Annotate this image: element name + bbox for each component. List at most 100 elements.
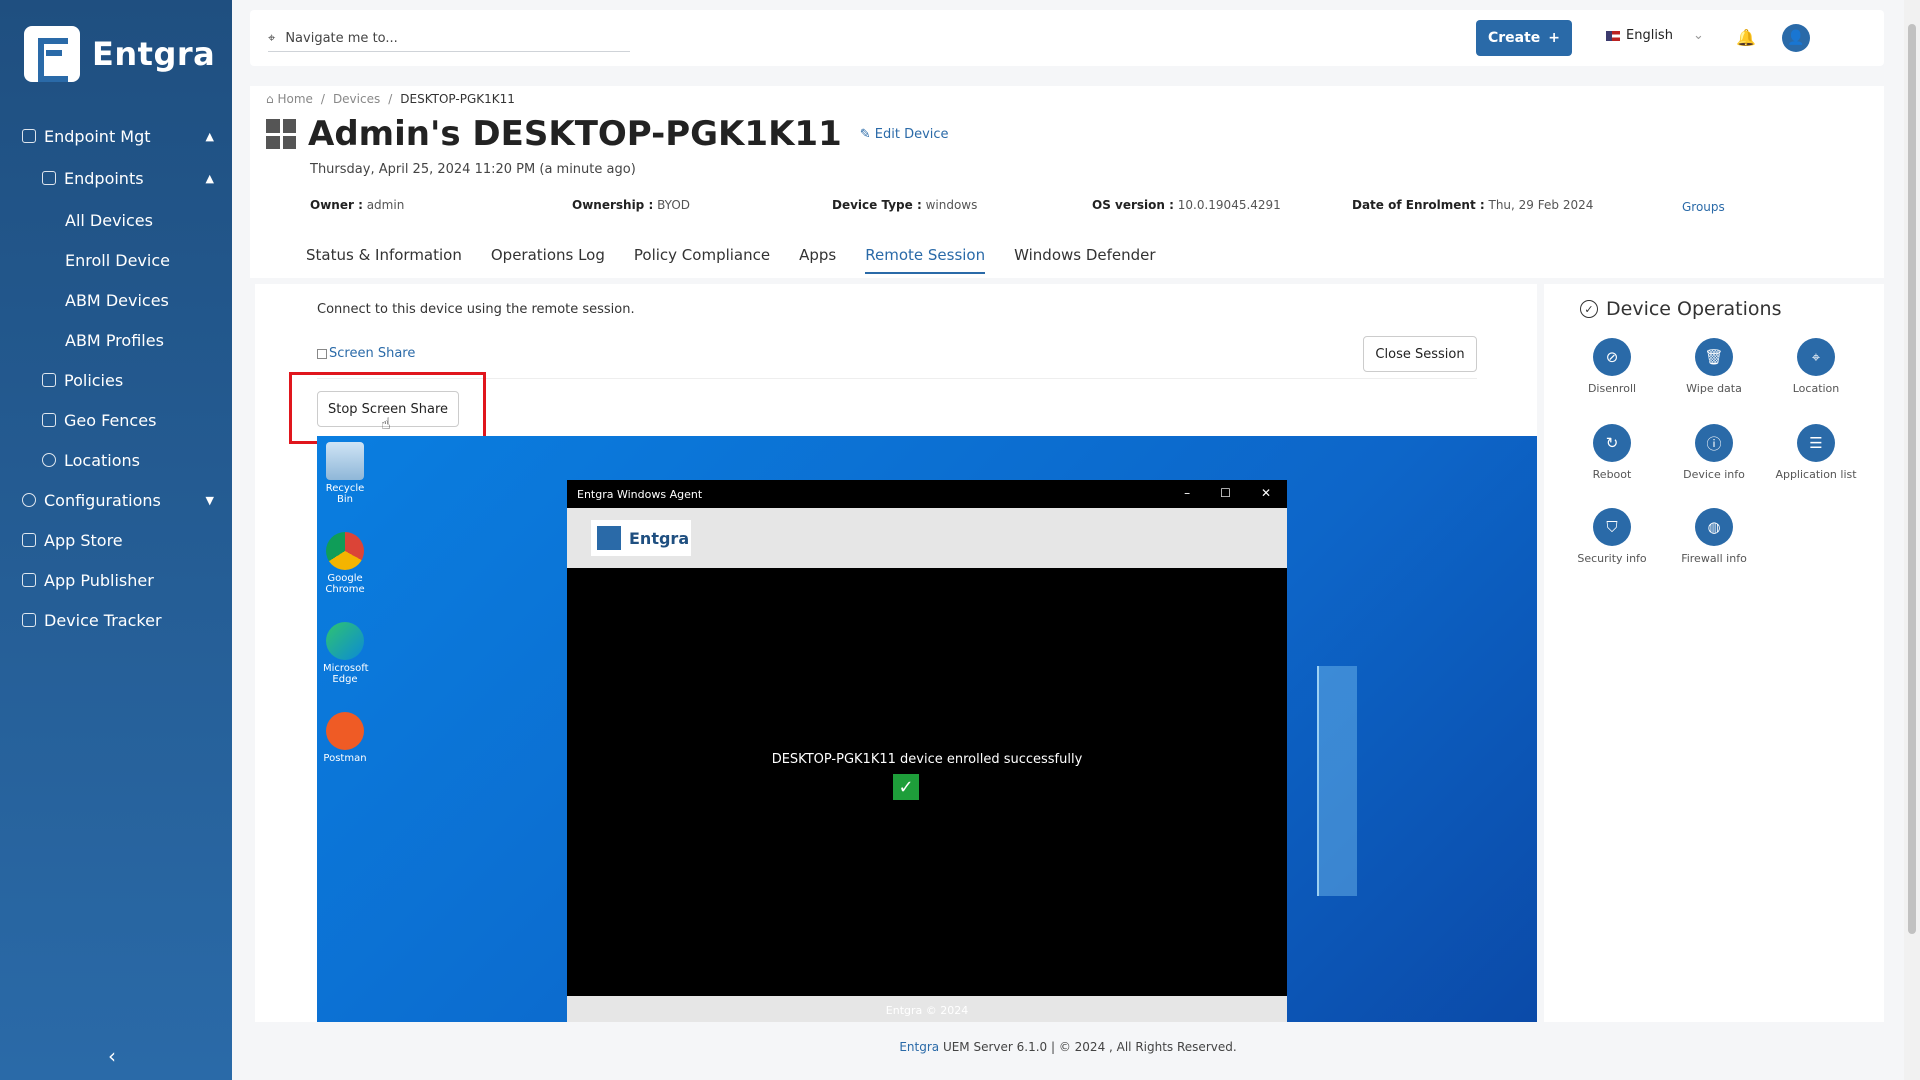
close-session-button[interactable]: Close Session [1363,336,1477,372]
maximize-icon[interactable]: ☐ [1220,486,1231,500]
tab-status-information[interactable]: Status & Information [306,246,462,274]
sidebar-item-endpoint-mgt[interactable]: Endpoint Mgt ▲ [0,116,232,156]
sidebar-item-configurations[interactable]: Configurations ▼ [0,480,232,520]
sidebar-item-endpoints[interactable]: Endpoints ▲ [0,158,232,198]
breadcrumb-separator: / [320,92,325,106]
rocket-icon [22,613,36,627]
desktop-icon-google-chrome[interactable]: Google Chrome [323,532,367,595]
reboot-icon: ↻ [1593,424,1631,462]
breadcrumb-home-label: Home [277,92,313,106]
breadcrumb-current: DESKTOP-PGK1K11 [400,92,515,106]
top-bar: ⌖ Navigate me to... Create + English ⌄ 🔔… [250,10,1884,66]
sidebar-item-device-tracker[interactable]: Device Tracker [0,600,232,640]
breadcrumb: ⌂ Home / Devices / DESKTOP-PGK1K11 [266,92,515,106]
info-icon: ⓘ [1695,424,1733,462]
remote-session-panel: Connect to this device using the remote … [255,284,1537,1022]
language-select[interactable]: English ⌄ [1606,28,1704,43]
sidebar-item-policies[interactable]: Policies [0,360,232,400]
minimize-icon[interactable]: – [1184,486,1190,500]
device-tabs: Status & Information Operations Log Poli… [306,246,1156,274]
operation-label: Location [1792,382,1840,395]
page-scrollbar[interactable] [1904,0,1920,1080]
navigate-search[interactable]: ⌖ Navigate me to... [268,26,630,52]
gear-icon [22,493,36,507]
checkbox-icon [317,348,327,359]
os-version-field: OS version : 10.0.19045.4291 [1092,198,1281,212]
brand-name: Entgra [92,35,216,73]
footer-brand-link[interactable]: Entgra [899,1040,939,1054]
agent-brand-bar: Entgra [567,508,1287,568]
sidebar-item-label: ABM Profiles [65,330,164,350]
sidebar-item-label: Configurations [44,490,161,510]
sidebar-item-label: App Store [44,530,123,550]
navigate-placeholder: Navigate me to... [285,31,398,46]
tab-remote-session[interactable]: Remote Session [865,246,986,274]
sidebar-item-label: Device Tracker [44,610,162,630]
sidebar-item-label: Geo Fences [64,410,157,430]
user-avatar[interactable]: 👤 [1782,24,1810,52]
sidebar-item-geo-fences[interactable]: Geo Fences [0,400,232,440]
device-type-field: Device Type : windows [832,198,977,212]
agent-brand-name: Entgra [629,528,690,548]
enrolment-date-field: Date of Enrolment : Thu, 29 Feb 2024 [1352,198,1593,212]
sidebar-item-abm-devices[interactable]: ABM Devices [0,280,232,320]
brand-logo[interactable]: Entgra [24,26,215,82]
edit-device-link[interactable]: ✎ Edit Device [860,127,949,142]
desktop-icon-label: Postman [323,753,367,764]
operation-disenroll[interactable]: ⊘ Disenroll [1562,338,1662,395]
tab-apps[interactable]: Apps [799,246,836,274]
breadcrumb-devices[interactable]: Devices [333,92,380,106]
edge-icon [326,622,364,660]
sidebar-collapse-button[interactable]: ‹ [108,1044,116,1068]
create-button[interactable]: Create + [1476,20,1572,56]
sidebar-item-app-store[interactable]: App Store [0,520,232,560]
page-title: Admin's DESKTOP-PGK1K11 [308,114,842,154]
policy-icon [42,373,56,387]
sidebar-item-label: ABM Devices [65,290,169,310]
screen-share-checkbox[interactable]: Screen Share [317,346,415,361]
list-icon: ☰ [1797,424,1835,462]
shield-icon: ⛉ [1593,508,1631,546]
sidebar-item-enroll-device[interactable]: Enroll Device [0,240,232,280]
operation-label: Security info [1577,552,1647,565]
edit-device-label: Edit Device [874,126,949,142]
remote-desktop-view[interactable]: Recycle Bin Google Chrome Microsoft Edge… [317,436,1537,1022]
desktop-icon-microsoft-edge[interactable]: Microsoft Edge [323,622,369,685]
user-icon: 👤 [1787,30,1805,46]
operation-device-info[interactable]: ⓘ Device info [1664,424,1764,481]
desktop-icon-recycle-bin[interactable]: Recycle Bin [323,442,367,505]
tab-windows-defender[interactable]: Windows Defender [1014,246,1155,274]
ownership-field: Ownership : BYOD [572,198,690,212]
sidebar-item-locations[interactable]: Locations [0,440,232,480]
operation-application-list[interactable]: ☰ Application list [1766,424,1866,481]
language-label: English [1626,28,1673,43]
close-icon[interactable]: ✕ [1261,486,1271,500]
breadcrumb-home[interactable]: ⌂ Home [266,92,313,106]
globe-icon: ◍ [1695,508,1733,546]
navigate-icon: ⌖ [268,31,276,46]
owner-label: Owner : [310,198,363,212]
agent-window-title: Entgra Windows Agent [577,487,703,501]
operation-label: Application list [1775,468,1857,481]
tab-operations-log[interactable]: Operations Log [491,246,605,274]
groups-link[interactable]: Groups [1682,200,1725,214]
operation-security-info[interactable]: ⛉ Security info [1562,508,1662,565]
tab-policy-compliance[interactable]: Policy Compliance [634,246,770,274]
desktop-icon-postman[interactable]: Postman [323,712,367,764]
home-icon: ⌂ [266,92,274,106]
operation-reboot[interactable]: ↻ Reboot [1562,424,1662,481]
desktop-icon-label: Recycle Bin [325,483,365,505]
notification-bell-icon[interactable]: 🔔 [1736,28,1756,47]
entgra-agent-window[interactable]: Entgra Windows Agent – ☐ ✕ Entgra DESKTO… [567,480,1287,1022]
operation-location[interactable]: ⌖ Location [1766,338,1866,395]
sidebar-item-abm-profiles[interactable]: ABM Profiles [0,320,232,360]
sidebar-item-app-publisher[interactable]: App Publisher [0,560,232,600]
operation-firewall-info[interactable]: ◍ Firewall info [1664,508,1764,565]
entgra-logo-icon [24,26,80,82]
operation-wipe-data[interactable]: 🗑 Wipe data [1664,338,1764,395]
us-flag-icon [1606,30,1620,41]
sidebar-item-all-devices[interactable]: All Devices [0,200,232,240]
check-circle-icon: ✓ [1580,300,1598,318]
scrollbar-thumb[interactable] [1908,24,1916,934]
os-version-label: OS version : [1092,198,1174,212]
